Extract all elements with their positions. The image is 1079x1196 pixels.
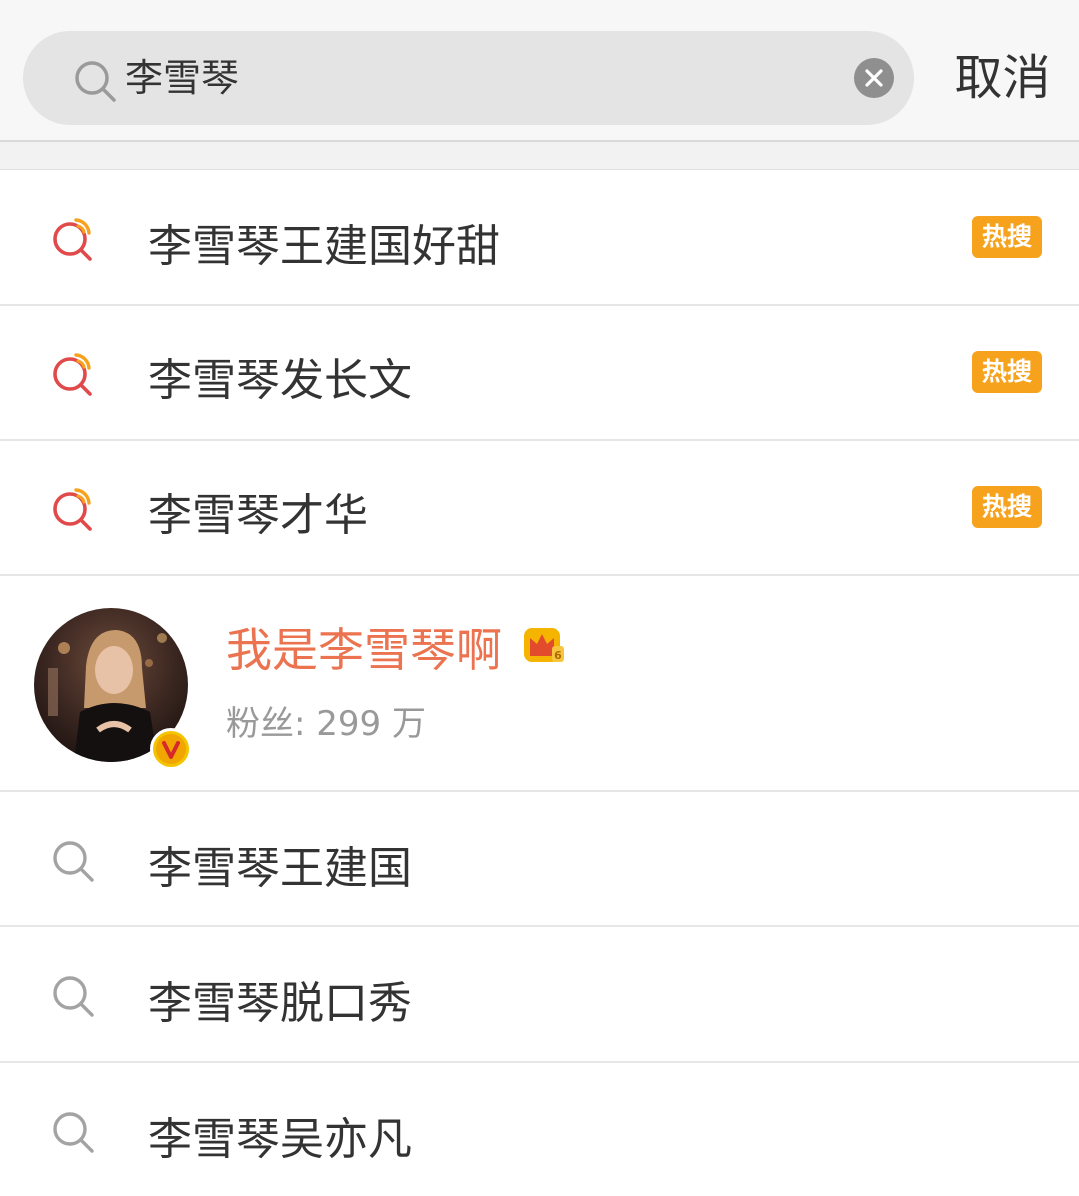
hot-search-badge: 热搜 [972,486,1042,528]
hot-search-icon [53,218,92,261]
search-icon [53,841,94,882]
search-input[interactable] [125,31,825,125]
close-icon [865,69,883,87]
follower-count: 粉丝: 299 万 [226,704,426,744]
suggestion-label: 李雪琴王建国 [148,843,412,894]
clear-search-button[interactable] [854,58,894,98]
suggestion-item[interactable]: 李雪琴脱口秀 [0,927,1079,1063]
verified-v-icon [150,728,192,770]
hot-suggestion-label: 李雪琴发长文 [148,355,412,406]
search-icon [53,1112,94,1153]
hot-suggestion-item[interactable]: 李雪琴发长文 热搜 [0,306,1079,441]
hot-search-icon [53,353,92,396]
suggestion-item[interactable]: 李雪琴吴亦凡 [0,1063,1079,1196]
crown-icon: 6 [524,628,564,662]
hot-suggestion-item[interactable]: 李雪琴王建国好甜 热搜 [0,170,1079,306]
user-result-item[interactable]: 我是李雪琴啊 6 粉丝: 299 万 [0,576,1079,792]
search-box[interactable] [23,31,914,125]
hot-suggestion-label: 李雪琴王建国好甜 [148,221,500,272]
suggestion-item[interactable]: 李雪琴王建国 [0,792,1079,927]
suggestion-label: 李雪琴吴亦凡 [148,1114,412,1165]
section-divider [0,142,1079,170]
hot-suggestion-label: 李雪琴才华 [148,490,368,541]
hot-search-badge: 热搜 [972,351,1042,393]
hot-suggestion-item[interactable]: 李雪琴才华 热搜 [0,441,1079,576]
search-icon [75,61,116,102]
suggestion-label: 李雪琴脱口秀 [148,978,412,1029]
search-header: 取消 [0,0,1079,142]
hot-search-badge: 热搜 [972,216,1042,258]
hot-search-icon [53,488,92,531]
cancel-button[interactable]: 取消 [940,40,1065,116]
user-name: 我是李雪琴啊 [226,623,502,677]
search-icon [53,976,94,1017]
svg-text:6: 6 [554,649,562,662]
